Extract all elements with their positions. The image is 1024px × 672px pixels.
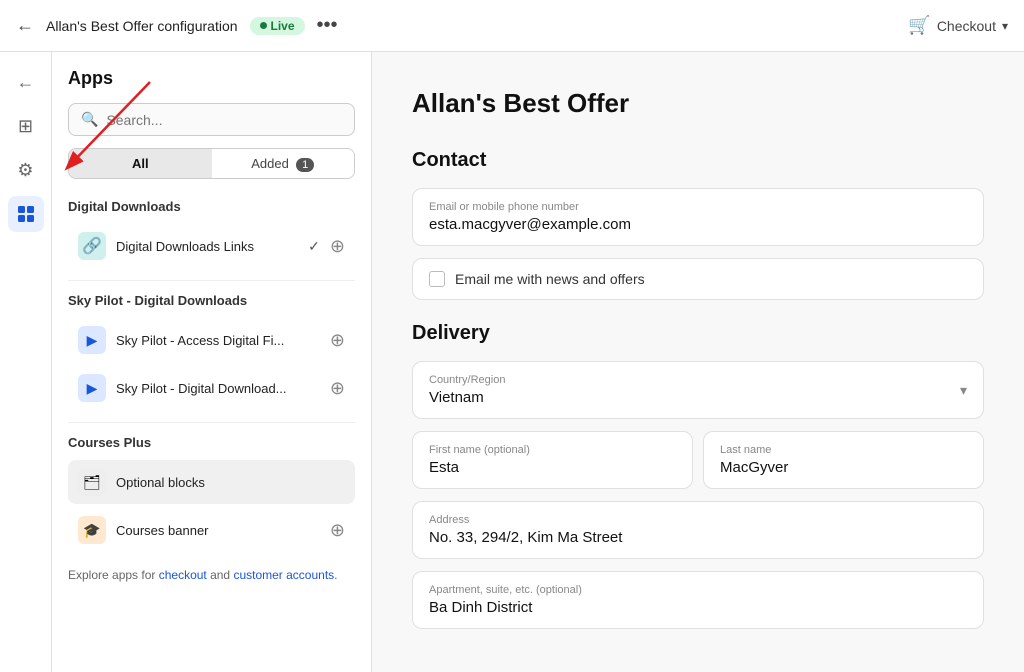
email-newsletter-card: Email me with news and offers — [412, 258, 984, 300]
last-name-label: Last name — [720, 444, 967, 456]
search-box[interactable]: 🔍 — [68, 103, 355, 136]
app-item-sky-pilot-2[interactable]: ▶ Sky Pilot - Digital Download... ⊕ — [68, 366, 355, 410]
delivery-heading: Delivery — [412, 322, 984, 345]
topbar-left: ← Allan's Best Offer configuration Live … — [16, 14, 338, 37]
app-name-optional-blocks: Optional blocks — [116, 475, 345, 490]
tab-added[interactable]: Added 1 — [212, 149, 355, 178]
country-select[interactable]: Country/Region Vietnam ▾ — [413, 362, 983, 418]
courses-banner-icon: 🎓 — [78, 516, 106, 544]
apps-icon — [16, 204, 36, 224]
live-dot — [260, 22, 267, 29]
add-icon-sky-pilot-2[interactable]: ⊕ — [330, 378, 345, 399]
app-item-courses-banner[interactable]: 🎓 Courses banner ⊕ — [68, 508, 355, 552]
app-name-sky-pilot-2: Sky Pilot - Digital Download... — [116, 381, 320, 396]
first-name-field[interactable]: First name (optional) Esta — [413, 432, 692, 488]
icon-sidebar: ← ⊞ ⚙ — [0, 52, 52, 672]
last-name-field[interactable]: Last name MacGyver — [704, 432, 983, 488]
divider-2 — [68, 422, 355, 423]
offer-title: Allan's Best Offer — [412, 88, 984, 119]
section-sky-pilot: Sky Pilot - Digital Downloads — [68, 293, 355, 308]
add-icon-sky-pilot-1[interactable]: ⊕ — [330, 330, 345, 351]
last-name-value: MacGyver — [720, 459, 967, 476]
topbar-title: Allan's Best Offer configuration — [46, 18, 238, 34]
country-value: Vietnam — [429, 389, 505, 406]
address-label: Address — [429, 514, 967, 526]
check-icon: ✓ — [308, 238, 320, 255]
country-chevron-icon: ▾ — [960, 382, 967, 399]
live-label: Live — [271, 19, 295, 33]
app-name-sky-pilot-1: Sky Pilot - Access Digital Fi... — [116, 333, 320, 348]
first-name-card: First name (optional) Esta — [412, 431, 693, 489]
back-button[interactable]: ← — [16, 15, 34, 36]
sidebar-grid-button[interactable]: ⊞ — [8, 108, 44, 144]
tab-all[interactable]: All — [69, 149, 212, 178]
address-card: Address No. 33, 294/2, Kim Ma Street — [412, 501, 984, 559]
apps-panel-title: Apps — [68, 68, 355, 89]
checkout-label: Checkout — [937, 18, 996, 34]
explore-text: Explore apps for checkout and customer a… — [68, 566, 355, 585]
section-digital-downloads: Digital Downloads — [68, 199, 355, 214]
email-newsletter-row[interactable]: Email me with news and offers — [413, 259, 983, 299]
app-name-digital-downloads: Digital Downloads Links — [116, 239, 298, 254]
first-name-label: First name (optional) — [429, 444, 676, 456]
add-icon-courses-banner[interactable]: ⊕ — [330, 520, 345, 541]
digital-downloads-icon: 🔗 — [78, 232, 106, 260]
sky-pilot-icon-1: ▶ — [78, 326, 106, 354]
chevron-down-icon: ▾ — [1002, 19, 1008, 33]
main-content: Allan's Best Offer Contact Email or mobi… — [372, 52, 1024, 672]
explore-checkout-link[interactable]: checkout — [159, 568, 207, 582]
section-courses-plus: Courses Plus — [68, 435, 355, 450]
tab-group: All Added 1 — [68, 148, 355, 179]
email-field-label: Email or mobile phone number — [429, 201, 967, 213]
email-checkbox[interactable] — [429, 271, 445, 287]
divider-1 — [68, 280, 355, 281]
email-field-value: esta.macgyver@example.com — [429, 216, 967, 233]
explore-customer-accounts-link[interactable]: customer accounts — [233, 568, 334, 582]
apartment-field[interactable]: Apartment, suite, etc. (optional) Ba Din… — [413, 572, 983, 628]
app-name-courses-banner: Courses banner — [116, 523, 320, 538]
apps-panel: Apps 🔍 All Added 1 Digital Downloads 🔗 D… — [52, 52, 372, 672]
more-menu-button[interactable]: ••• — [317, 14, 338, 37]
address-field[interactable]: Address No. 33, 294/2, Kim Ma Street — [413, 502, 983, 558]
apartment-card: Apartment, suite, etc. (optional) Ba Din… — [412, 571, 984, 629]
sky-pilot-icon-2: ▶ — [78, 374, 106, 402]
country-card: Country/Region Vietnam ▾ — [412, 361, 984, 419]
sidebar-gear-button[interactable]: ⚙ — [8, 152, 44, 188]
apartment-value: Ba Dinh District — [429, 599, 967, 616]
address-value: No. 33, 294/2, Kim Ma Street — [429, 529, 967, 546]
app-item-sky-pilot-1[interactable]: ▶ Sky Pilot - Access Digital Fi... ⊕ — [68, 318, 355, 362]
contact-email-card: Email or mobile phone number esta.macgyv… — [412, 188, 984, 246]
app-item-optional-blocks[interactable]: 🗂 Optional blocks — [68, 460, 355, 504]
sidebar-apps-button[interactable] — [8, 196, 44, 232]
last-name-card: Last name MacGyver — [703, 431, 984, 489]
topbar: ← Allan's Best Offer configuration Live … — [0, 0, 1024, 52]
apartment-label: Apartment, suite, etc. (optional) — [429, 584, 967, 596]
app-item-digital-downloads-links[interactable]: 🔗 Digital Downloads Links ✓ ⊕ — [68, 224, 355, 268]
name-row: First name (optional) Esta Last name Mac… — [412, 431, 984, 501]
email-field[interactable]: Email or mobile phone number esta.macgyv… — [413, 189, 983, 245]
search-icon: 🔍 — [81, 111, 98, 128]
search-input[interactable] — [106, 112, 342, 128]
contact-heading: Contact — [412, 149, 984, 172]
sidebar-back-button[interactable]: ← — [8, 64, 44, 100]
email-checkbox-label: Email me with news and offers — [455, 271, 645, 287]
add-icon-digital[interactable]: ⊕ — [330, 236, 345, 257]
cart-icon: 🛒 — [908, 15, 930, 36]
first-name-value: Esta — [429, 459, 676, 476]
live-badge: Live — [250, 17, 305, 35]
country-label: Country/Region — [429, 374, 505, 386]
optional-blocks-icon: 🗂 — [78, 468, 106, 496]
checkout-button[interactable]: 🛒 Checkout ▾ — [908, 15, 1008, 36]
